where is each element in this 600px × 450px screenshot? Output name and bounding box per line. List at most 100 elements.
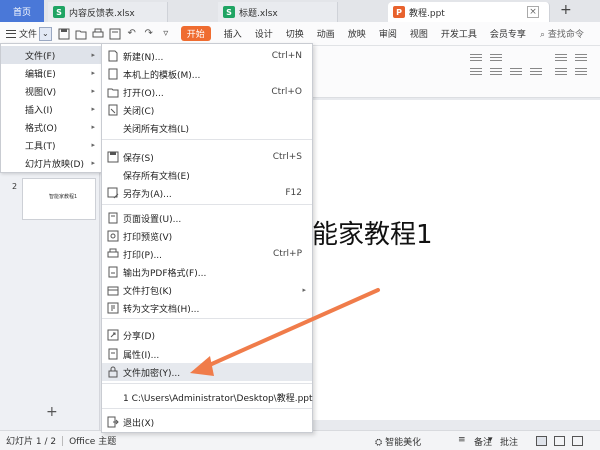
tab-transition[interactable]: 切换 xyxy=(286,27,304,40)
shortcut: Ctrl+P xyxy=(273,249,302,259)
menu-properties[interactable]: 属性(I)... xyxy=(102,345,312,363)
menu-exit[interactable]: 退出(X) xyxy=(102,413,312,431)
slide-title[interactable]: 能家教程1 xyxy=(312,214,433,251)
menu-recent-file[interactable]: 1 C:\Users\Administrator\Desktop\教程.ppt xyxy=(102,388,313,406)
menu-item-edit[interactable]: 编辑(E) ▸ xyxy=(1,64,101,82)
menu-save[interactable]: 保存(S) Ctrl+S xyxy=(102,148,312,166)
menu-item-tools[interactable]: 工具(T) ▸ xyxy=(1,136,101,154)
menu-export-pdf[interactable]: 输出为PDF格式(F)... xyxy=(102,263,312,281)
menu-package[interactable]: 文件打包(K) ▸ xyxy=(102,281,312,299)
menu-page-setup[interactable]: 页面设置(U)... xyxy=(102,209,312,227)
slide-thumbnail[interactable]: 智能家教程1 xyxy=(22,178,96,220)
menu-print[interactable]: 打印(P)... Ctrl+P xyxy=(102,245,312,263)
divider xyxy=(102,383,312,384)
tab-member[interactable]: 会员专享 xyxy=(490,27,526,40)
menu-share[interactable]: 分享(D) xyxy=(102,326,312,344)
bullets-icon[interactable] xyxy=(470,54,482,62)
file-submenu: 新建(N)... Ctrl+N 本机上的模板(M)... 打开(O)... Ct… xyxy=(101,43,313,433)
menu-item-view[interactable]: 视图(V) ▸ xyxy=(1,82,101,100)
menu-encrypt[interactable]: 文件加密(Y)... xyxy=(102,363,312,381)
menu-item-insert[interactable]: 插入(I) ▸ xyxy=(1,100,101,118)
paragraph-icon[interactable] xyxy=(555,54,567,62)
tab-document-title[interactable]: S 标题.xlsx xyxy=(218,2,338,22)
menu-item-label: 编辑(E) xyxy=(25,69,56,80)
sorter-view-icon[interactable] xyxy=(554,436,565,446)
align-button[interactable]: ≡ xyxy=(458,435,466,445)
normal-view-icon[interactable] xyxy=(536,436,547,446)
tab-developer[interactable]: 开发工具 xyxy=(441,27,477,40)
menu-convert-text[interactable]: 转为文字文档(H)... xyxy=(102,299,312,317)
tab-start[interactable]: 开始 xyxy=(180,26,211,41)
share-icon xyxy=(107,329,119,341)
pdf-icon xyxy=(108,266,118,278)
menu-local-template[interactable]: 本机上的模板(M)... xyxy=(102,65,312,83)
tab-document-feedback[interactable]: S 内容反馈表.xlsx xyxy=(48,2,168,22)
menu-label: 转为文字文档(H)... xyxy=(123,304,200,315)
main-menu: 文件(F) ▸ 编辑(E) ▸ 视图(V) ▸ 插入(I) ▸ 格式(O) ▸ 工具(T)… xyxy=(0,43,102,173)
add-slide-icon[interactable]: + xyxy=(46,404,58,420)
status-bar: 幻灯片 1 / 2 Office 主题 ⛭ 智能美化 ≡ 备注 ▾ 批注 xyxy=(0,430,600,450)
undo-icon[interactable]: ↶ xyxy=(125,27,139,41)
smart-beautify-button[interactable]: ⛭ 智能美化 xyxy=(375,435,421,448)
comments-button[interactable]: 批注 xyxy=(500,435,518,448)
save-icon[interactable] xyxy=(57,27,71,41)
tab-design[interactable]: 设计 xyxy=(255,27,273,40)
menu-new[interactable]: 新建(N)... Ctrl+N xyxy=(102,47,312,65)
menu-item-label: 幻灯片放映(D) xyxy=(25,159,84,170)
search-command-input[interactable]: ⌕ 查找命令 xyxy=(540,27,584,40)
tab-animation[interactable]: 动画 xyxy=(317,27,335,40)
folder-open-icon xyxy=(107,88,119,98)
menu-label: 另存为(A)... xyxy=(123,189,172,200)
chevron-right-icon: ▸ xyxy=(302,286,306,294)
justify-icon[interactable] xyxy=(530,68,542,76)
reading-view-icon[interactable] xyxy=(572,436,583,446)
chevron-down-icon[interactable]: ▿ xyxy=(159,27,173,41)
close-tab-icon[interactable]: × xyxy=(527,6,539,18)
menu-item-format[interactable]: 格式(O) ▸ xyxy=(1,118,101,136)
redo-icon[interactable]: ↷ xyxy=(142,27,156,41)
menu-label: 打印(P)... xyxy=(123,250,163,261)
tab-document-tutorial[interactable]: P 教程.ppt × xyxy=(388,2,550,22)
menu-item-file[interactable]: 文件(F) ▸ xyxy=(1,46,101,64)
menu-close[interactable]: 关闭(C) xyxy=(102,101,312,119)
new-tab-icon[interactable]: + xyxy=(560,2,572,18)
shortcut: F12 xyxy=(285,188,302,198)
tab-slideshow[interactable]: 放映 xyxy=(348,27,366,40)
print-icon[interactable] xyxy=(91,27,105,41)
file-menu-button[interactable]: 文件 ⌄ xyxy=(4,24,54,44)
menu-close-all[interactable]: 关闭所有文档(L) xyxy=(102,119,312,137)
menu-save-all[interactable]: 保存所有文档(E) xyxy=(102,166,312,184)
numbering-icon[interactable] xyxy=(490,54,502,62)
chevron-down-icon[interactable]: ▾ xyxy=(488,435,493,445)
lock-icon xyxy=(108,366,118,378)
tab-insert[interactable]: 插入 xyxy=(224,27,242,40)
tab-home[interactable]: 首页 xyxy=(0,0,44,22)
chevron-down-icon[interactable]: ⌄ xyxy=(39,26,52,41)
beautify-label: 智能美化 xyxy=(385,438,422,448)
preview-icon[interactable] xyxy=(108,27,122,41)
folder-icon[interactable] xyxy=(74,27,88,41)
menu-item-slideshow[interactable]: 幻灯片放映(D) ▸ xyxy=(1,154,101,172)
line-spacing-icon[interactable] xyxy=(555,68,567,76)
convert-icon xyxy=(107,302,119,314)
tab-review[interactable]: 审阅 xyxy=(379,27,397,40)
tab-label: 内容反馈表.xlsx xyxy=(69,8,135,19)
align-right-icon[interactable] xyxy=(510,68,522,76)
menu-print-preview[interactable]: 打印预览(V) xyxy=(102,227,312,245)
properties-icon xyxy=(108,348,118,360)
indent-icon[interactable] xyxy=(575,68,587,76)
tab-home-label: 首页 xyxy=(12,7,31,18)
exit-icon xyxy=(107,416,119,428)
page-setup-icon xyxy=(108,212,118,224)
divider xyxy=(102,408,312,409)
menu-save-as[interactable]: 另存为(A)... F12 xyxy=(102,184,312,202)
chevron-right-icon: ▸ xyxy=(91,51,95,59)
menu-open[interactable]: 打开(O)... Ctrl+O xyxy=(102,83,312,101)
shortcut: Ctrl+N xyxy=(271,51,302,61)
menu-item-label: 插入(I) xyxy=(25,105,53,116)
align-center-icon[interactable] xyxy=(490,68,502,76)
menu-label: 新建(N)... xyxy=(123,52,164,63)
tab-view[interactable]: 视图 xyxy=(410,27,428,40)
align-left-icon[interactable] xyxy=(470,68,482,76)
text-direction-icon[interactable] xyxy=(575,54,587,62)
